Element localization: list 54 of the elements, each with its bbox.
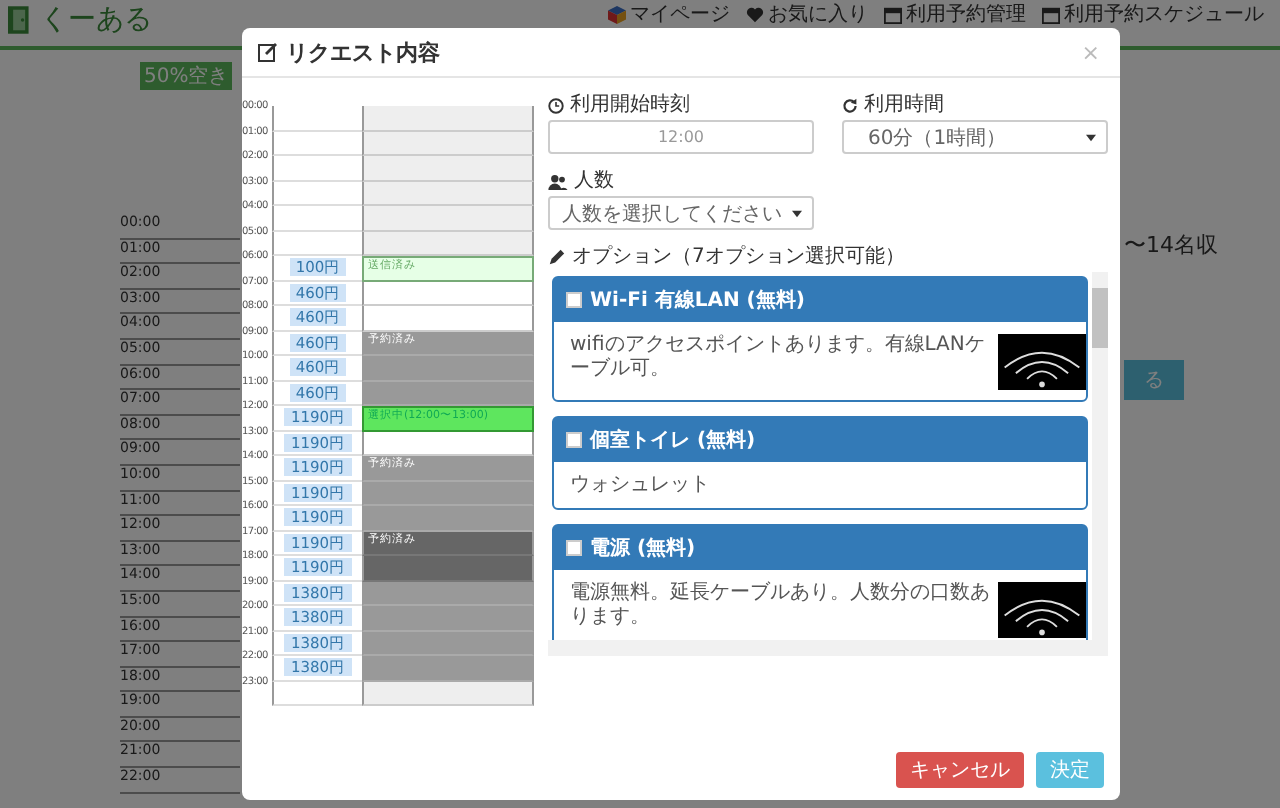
field-label: 利用開始時刻: [570, 94, 690, 116]
site-logo[interactable]: くーある: [40, 4, 152, 36]
time-slot[interactable]: [362, 431, 534, 456]
reserve-button[interactable]: る: [1124, 360, 1184, 400]
cancel-button[interactable]: キャンセル: [896, 752, 1024, 788]
time-slot[interactable]: [362, 581, 534, 606]
caret-icon: [792, 209, 802, 217]
nav-link[interactable]: 利用予約スケジュール: [1042, 4, 1264, 26]
dialog-title: リクエスト内容: [286, 37, 442, 67]
heart-icon: [746, 6, 764, 24]
time-slot[interactable]: [362, 156, 534, 181]
users-icon: [548, 173, 568, 189]
option-description: wifiのアクセスポイントあります。有線LANケーブル可。: [570, 334, 987, 382]
clock-icon: [548, 97, 564, 113]
submit-button[interactable]: 決定: [1036, 752, 1104, 788]
horizontal-scrollbar[interactable]: [548, 640, 1108, 656]
time-slot[interactable]: [362, 231, 534, 256]
time-slot[interactable]: [362, 206, 534, 231]
time-slot[interactable]: [362, 131, 534, 156]
door-logo-icon: [8, 4, 32, 36]
start-time-field[interactable]: 12:00: [548, 120, 814, 154]
pencil-icon: [548, 248, 566, 266]
nav-link[interactable]: マイページ: [608, 4, 730, 26]
option-title: Wi-Fi 有線LAN (無料): [590, 287, 805, 314]
nav-link[interactable]: 利用予約管理: [884, 4, 1026, 26]
option-checkbox[interactable]: [566, 292, 582, 308]
option-description: ウォシュレット: [570, 474, 710, 498]
option-title: 電源 (無料): [590, 535, 696, 562]
duration-select[interactable]: 60分（1時間）: [842, 120, 1108, 154]
field-label: 利用時間: [864, 94, 944, 116]
refresh-icon: [842, 97, 858, 113]
caret-icon: [1086, 133, 1096, 141]
time-slot[interactable]: [362, 556, 534, 581]
time-slot[interactable]: [362, 181, 534, 206]
calendar-icon: [884, 6, 902, 24]
time-slot[interactable]: [362, 106, 534, 131]
cube-icon: [608, 6, 626, 24]
time-slot[interactable]: [362, 281, 534, 306]
availability-badge: 50%空き: [140, 62, 233, 90]
time-slot[interactable]: [362, 681, 534, 706]
calendar-icon: [1042, 6, 1060, 24]
option-description: 電源無料。延長ケーブルあり。人数分の口数あります。: [570, 582, 992, 630]
vertical-scrollbar[interactable]: [1092, 272, 1108, 640]
edit-icon: [258, 42, 278, 62]
capacity-text: 〜14名収: [1124, 230, 1218, 260]
option-title: 個室トイレ (無料): [590, 426, 756, 454]
people-select[interactable]: 人数を選択してください: [548, 196, 814, 230]
time-slot[interactable]: [362, 306, 534, 331]
field-label: オプション（7オプション選択可能）: [572, 246, 905, 268]
option-checkbox[interactable]: [566, 432, 582, 448]
nav-link[interactable]: お気に入り: [746, 4, 868, 26]
option-checkbox[interactable]: [566, 540, 582, 556]
field-label: 人数: [574, 170, 614, 192]
close-button[interactable]: ×: [1077, 39, 1104, 65]
